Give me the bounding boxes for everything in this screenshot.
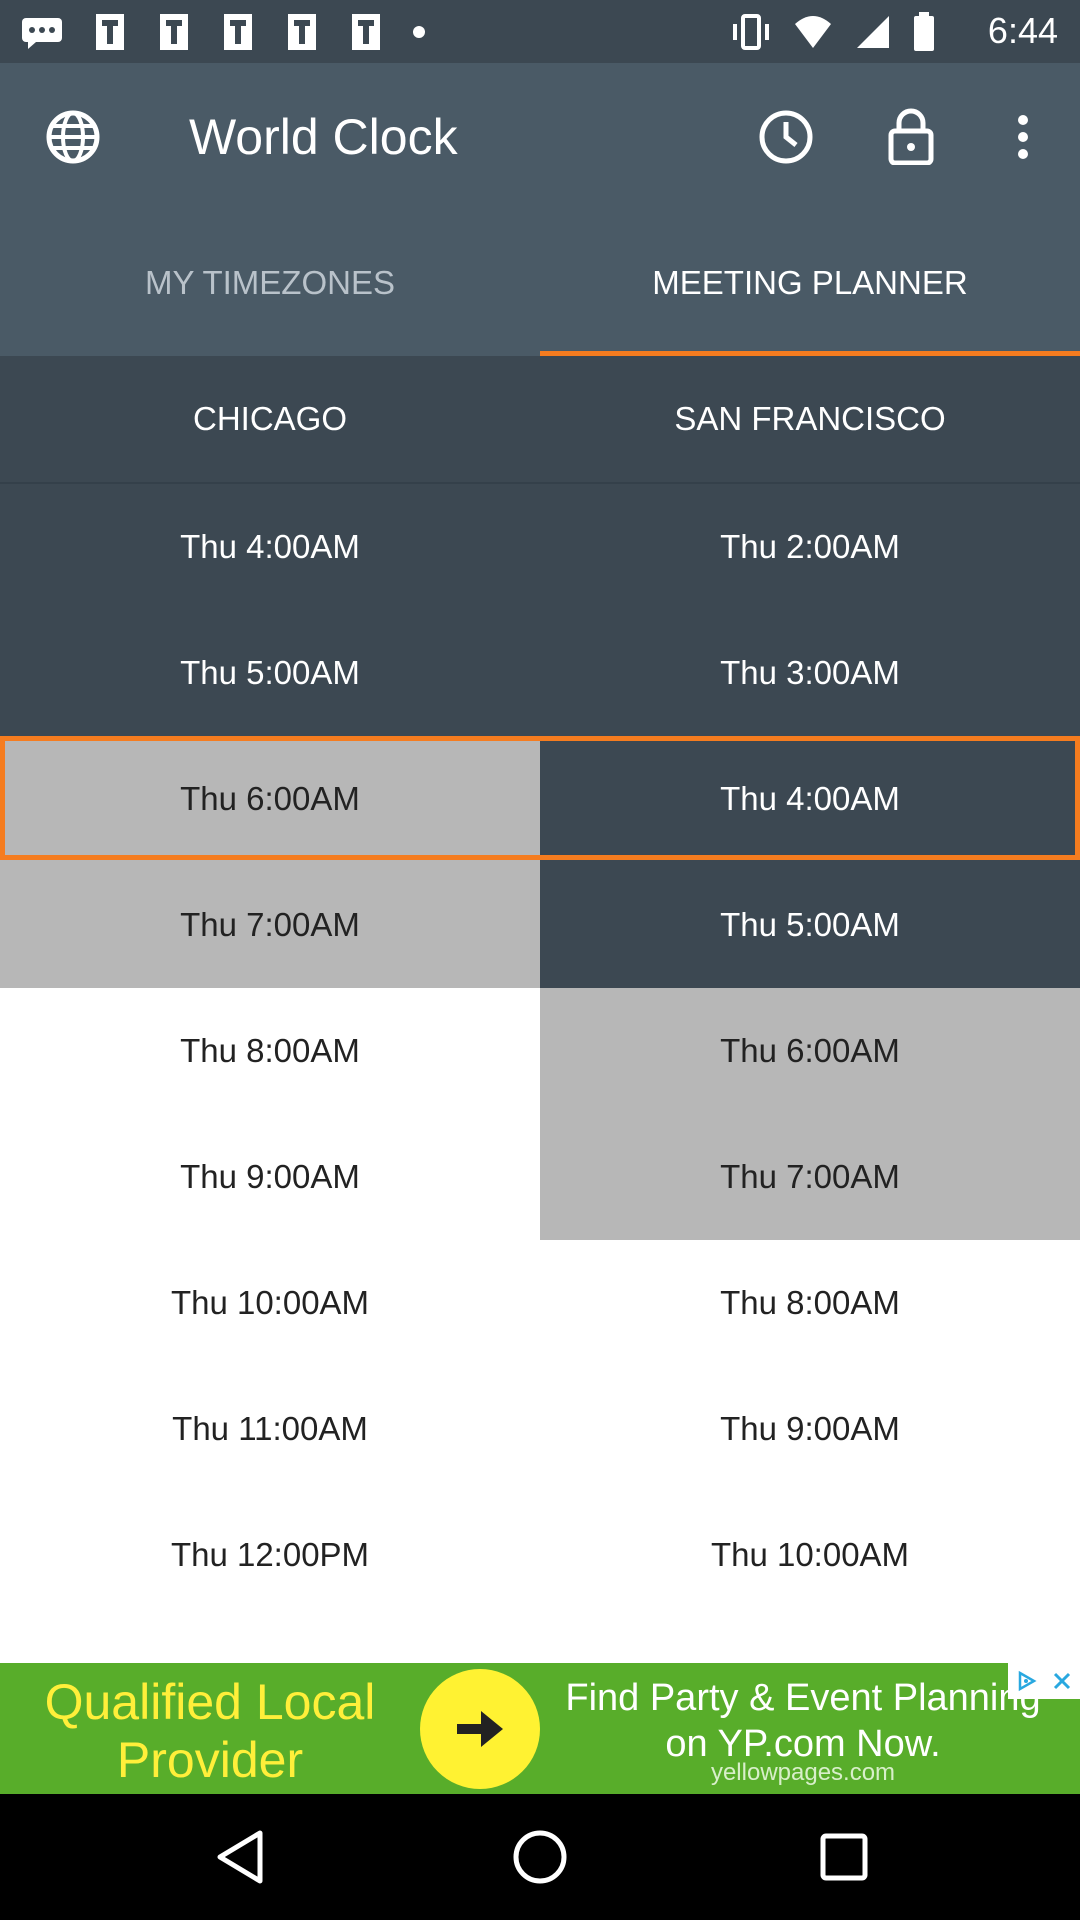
time-row: Thu 5:00AM Thu 3:00AM [0, 610, 1080, 736]
home-icon[interactable] [510, 1827, 570, 1887]
san-francisco-time-cell[interactable]: Thu 3:00AM [540, 610, 1080, 736]
chicago-time-cell[interactable]: Thu 7:00AM [0, 862, 540, 988]
lock-icon[interactable] [885, 103, 937, 169]
tab-bar: MY TIMEZONES MEETING PLANNER [0, 210, 1080, 356]
chicago-time-cell[interactable]: Thu 9:00AM [0, 1114, 540, 1240]
dot-icon [412, 25, 426, 44]
ad-banner[interactable]: Qualified Local Provider Find Party & Ev… [0, 1663, 1080, 1794]
vibrate-icon [731, 12, 771, 57]
time-row: Thu 4:00AM Thu 2:00AM [0, 484, 1080, 610]
messages-icon [20, 14, 64, 55]
battery-icon [913, 12, 935, 57]
column-header-san-francisco[interactable]: SAN FRANCISCO [540, 356, 1080, 482]
meeting-planner-grid: Thu 4:00AM Thu 2:00AM Thu 5:00AM Thu 3:00AM… [0, 484, 1080, 1663]
chicago-time-cell[interactable]: Thu 4:00AM [0, 484, 540, 610]
san-francisco-time-cell[interactable]: Thu 2:00AM [540, 484, 1080, 610]
app-notification-icon [156, 12, 192, 57]
time-row: Thu 6:00AM Thu 4:00AM [0, 736, 1080, 862]
chicago-time-cell[interactable]: Thu 10:00AM [0, 1240, 540, 1366]
app-bar: World Clock [0, 63, 1080, 210]
chicago-time-cell[interactable]: Thu 12:00PM [0, 1492, 540, 1618]
status-time: 6:44 [987, 10, 1058, 51]
san-francisco-time-cell[interactable]: Thu 4:00AM [540, 736, 1080, 862]
san-francisco-time-cell[interactable]: Thu 10:00AM [540, 1492, 1080, 1618]
signal-icon [855, 14, 891, 55]
page-title: World Clock [189, 109, 458, 165]
clock-icon[interactable] [755, 106, 817, 168]
tab-meeting-planner[interactable]: MEETING PLANNER [540, 210, 1080, 356]
globe-icon[interactable] [40, 109, 106, 165]
time-row: Thu 9:00AM Thu 7:00AM [0, 1114, 1080, 1240]
chicago-time-cell[interactable]: Thu 8:00AM [0, 988, 540, 1114]
ad-choices-icon[interactable] [1008, 1663, 1044, 1699]
ad-headline: Qualified Local Provider [44, 1674, 376, 1788]
time-row: Thu 8:00AM Thu 6:00AM [0, 988, 1080, 1114]
back-icon[interactable] [210, 1827, 270, 1887]
app-notification-icon [220, 12, 256, 57]
column-header-chicago[interactable]: CHICAGO [0, 356, 540, 482]
san-francisco-time-cell[interactable]: Thu 6:00AM [540, 988, 1080, 1114]
wifi-icon [793, 14, 833, 55]
navigation-bar [0, 1794, 1080, 1920]
status-bar: 6:44 [0, 0, 1080, 63]
time-row: Thu 10:00AM Thu 8:00AM [0, 1240, 1080, 1366]
timezone-header-row: CHICAGO SAN FRANCISCO [0, 356, 1080, 484]
time-row: Thu 7:00AM Thu 5:00AM [0, 862, 1080, 988]
app-notification-icon [92, 12, 128, 57]
app-notification-icon [348, 12, 384, 57]
san-francisco-time-cell[interactable]: Thu 5:00AM [540, 862, 1080, 988]
system-icons [731, 12, 935, 57]
ad-domain: yellowpages.com [710, 1759, 896, 1786]
chicago-time-cell[interactable]: Thu 11:00AM [0, 1366, 540, 1492]
san-francisco-time-cell[interactable]: Thu 9:00AM [540, 1366, 1080, 1492]
ad-body-text: Find Party & Event Planning on YP.com No… [565, 1677, 1041, 1765]
chicago-time-cell[interactable]: Thu 6:00AM [0, 736, 540, 862]
chicago-time-cell[interactable]: Thu 5:00AM [0, 610, 540, 736]
ad-badges [1008, 1663, 1080, 1699]
overflow-menu-icon[interactable] [1005, 106, 1041, 168]
time-row: Thu 11:00AM Thu 9:00AM [0, 1366, 1080, 1492]
time-row: Thu 12:00PM Thu 10:00AM [0, 1492, 1080, 1618]
san-francisco-time-cell[interactable]: Thu 8:00AM [540, 1240, 1080, 1366]
notification-icons [20, 12, 426, 57]
recent-apps-icon[interactable] [816, 1829, 872, 1885]
tab-my-timezones[interactable]: MY TIMEZONES [0, 210, 540, 356]
app-notification-icon [284, 12, 320, 57]
san-francisco-time-cell[interactable]: Thu 7:00AM [540, 1114, 1080, 1240]
close-icon[interactable] [1044, 1663, 1080, 1699]
arrow-right-icon[interactable] [420, 1669, 540, 1789]
